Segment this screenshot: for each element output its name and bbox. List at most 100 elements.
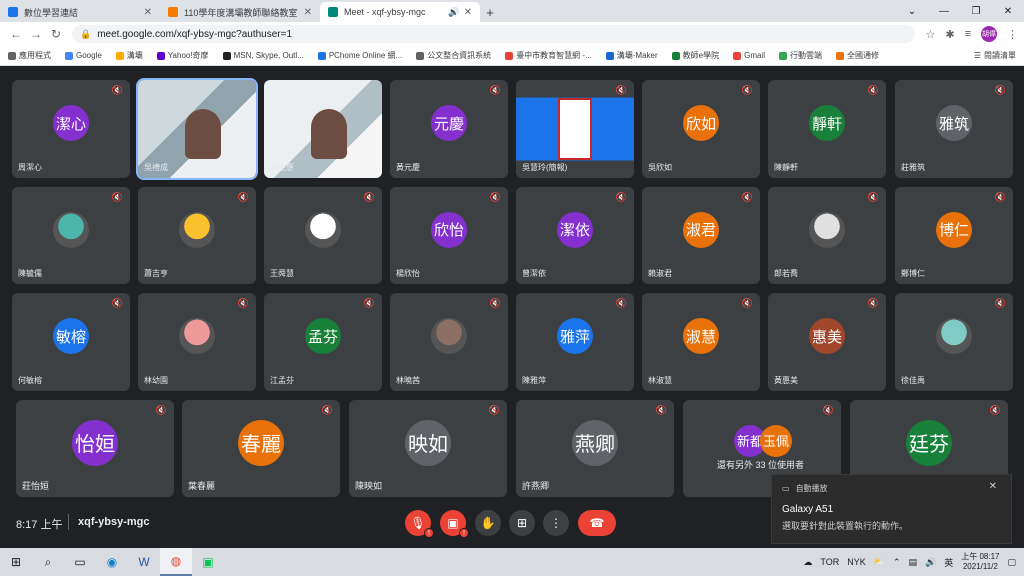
close-icon[interactable]: ✕	[144, 7, 152, 18]
participant-tile[interactable]: 🔇 林曉茜	[390, 293, 508, 391]
participant-tile[interactable]: 🔇 吳慧玲(簡報)	[516, 80, 634, 178]
url-bar[interactable]: 🔒 meet.google.com/xqf-ybsy-mgc?authuser=…	[72, 25, 916, 43]
bookmark-0[interactable]: 應用程式	[8, 50, 51, 61]
raise-hand-button[interactable]: ✋	[475, 510, 501, 536]
tray-weather-1[interactable]: TOR	[820, 557, 839, 567]
participant-name: 葉春麗	[188, 481, 216, 491]
participant-tile[interactable]: 映如 🔇 陳映如	[349, 400, 507, 497]
participant-tile[interactable]: 孟芬 🔇 江孟芬	[264, 293, 382, 391]
close-icon[interactable]: ✕	[304, 7, 312, 18]
participant-tile[interactable]: 惠美 🔇 黃惠美	[768, 293, 886, 391]
reload-icon[interactable]: ↻	[46, 27, 66, 41]
close-icon[interactable]: ✕	[989, 481, 997, 492]
tray-clock[interactable]: 上午 08:17 2021/11/2	[961, 552, 999, 572]
mic-muted-icon: 🔇	[363, 298, 375, 308]
autoplay-notification[interactable]: ▭ 自動播放 Galaxy A51 選取要針對此裝置執行的動作。 ✕	[771, 474, 1012, 544]
participant-tile[interactable]: 潔心 🔇 周潔心	[12, 80, 130, 178]
participant-tile[interactable]: 博仁 🔇 鄭博仁	[895, 187, 1013, 284]
maximize-icon[interactable]: ❐	[960, 0, 992, 22]
volume-icon[interactable]: 🔊	[925, 557, 936, 568]
reading-list-button[interactable]: ☰ 閱讀清單	[974, 50, 1016, 61]
minimize-icon[interactable]: —	[928, 0, 960, 22]
windows-start-icon[interactable]: ⊞	[0, 548, 32, 576]
forward-icon[interactable]: →	[26, 27, 46, 41]
speaker-icon[interactable]: 🔊	[448, 7, 459, 18]
bookmark-1[interactable]: Google	[65, 51, 102, 60]
participant-tile[interactable]: 🔇 徐佳禹	[895, 293, 1013, 391]
bookmark-6[interactable]: 公文整合資訊系統	[416, 50, 491, 61]
star-icon[interactable]: ☆	[925, 28, 935, 41]
edge-app-icon[interactable]: ◉	[96, 548, 128, 576]
mic-muted-icon: 🔇	[321, 405, 333, 415]
participant-tile[interactable]: 燕卿 🔇 許燕卿	[516, 400, 674, 497]
more-options-button[interactable]: ⋮	[543, 510, 569, 536]
menu-icon[interactable]: ⋮	[1007, 28, 1018, 41]
extensions-icon[interactable]: ✱	[945, 28, 954, 41]
participant-tile[interactable]: 敏榕 🔇 何敏榕	[12, 293, 130, 391]
lock-icon[interactable]: 🔒	[80, 29, 91, 40]
participant-tile[interactable]: 淑慧 🔇 林淑慧	[642, 293, 760, 391]
participant-name: 吳禮成	[144, 163, 168, 172]
participant-name: 許燕卿	[522, 481, 550, 491]
new-tab-button[interactable]: +	[480, 2, 500, 22]
chrome-app-icon[interactable]: ◍	[160, 548, 192, 576]
participant-tile[interactable]: 雅萍 🔇 陳雅萍	[516, 293, 634, 391]
present-button[interactable]: ⊞	[509, 510, 535, 536]
mic-toggle-button[interactable]: 🎙 !	[405, 510, 434, 538]
participant-tile[interactable]: 淑君 🔇 賴淑君	[642, 187, 760, 284]
tray-weather-2[interactable]: NYK	[847, 557, 866, 567]
close-window-icon[interactable]: ✕	[992, 0, 1024, 22]
bookmark-12[interactable]: 全國通修	[835, 50, 879, 61]
participant-tile[interactable]: 🔇 郎若喬	[768, 187, 886, 284]
bookmark-2[interactable]: 溝壩	[115, 50, 143, 61]
chevron-up-icon[interactable]: ⌃	[893, 557, 901, 568]
participant-tile[interactable]: 雅筑 🔇 莊雅筑	[895, 80, 1013, 178]
network-icon[interactable]: ▤	[908, 557, 917, 568]
google-icon	[65, 51, 73, 60]
tab-3-favicon-icon	[328, 7, 338, 17]
avatar-photo	[179, 318, 215, 354]
word-app-icon[interactable]: W	[128, 548, 160, 576]
participant-tile[interactable]: 欣如 🔇 吳欣如	[642, 80, 760, 178]
tab-2[interactable]: 110學年度溝壩教師聯絡教室 ✕	[160, 2, 320, 22]
participant-tile[interactable]: 吳德惠	[264, 80, 382, 178]
bookmark-10[interactable]: Gmail	[733, 51, 765, 60]
participant-tile[interactable]: 元慶 🔇 黃元慶	[390, 80, 508, 178]
bookmark-7[interactable]: 臺中市教育智慧網 -...	[505, 50, 592, 61]
back-icon[interactable]: ←	[6, 27, 26, 41]
bookmark-9[interactable]: 教師e學院	[671, 50, 719, 61]
participant-name: 王舜慧	[270, 269, 294, 278]
participant-name: 蕭吉亨	[144, 269, 168, 278]
participant-tile[interactable]: 🔇 蕭吉亨	[138, 187, 256, 284]
participant-tile[interactable]: 🔇 林幼園	[138, 293, 256, 391]
bookmark-8[interactable]: 溝壩-Maker	[605, 50, 658, 61]
camera-toggle-button[interactable]: ▣ !	[440, 510, 469, 538]
participant-tile[interactable]: 🔇 陳毓儒	[12, 187, 130, 284]
search-icon[interactable]: ⌕	[32, 548, 64, 576]
bookmark-4[interactable]: MSN, Skype, Outl...	[222, 51, 304, 60]
participant-tile[interactable]: 🔇 王舜慧	[264, 187, 382, 284]
participant-tile[interactable]: 吳禮成	[136, 78, 258, 180]
task-view-icon[interactable]: ▭	[64, 548, 96, 576]
bookmark-11[interactable]: 行動雲端	[778, 50, 822, 61]
participant-tile[interactable]: 欣怡 🔇 楊欣怡	[390, 187, 508, 284]
tab-3[interactable]: Meet - xqf-ybsy-mgc 🔊 ✕	[320, 2, 480, 22]
line-app-icon[interactable]: ▣	[192, 548, 224, 576]
bookmark-5[interactable]: PChome Online 網...	[317, 50, 402, 61]
profile-avatar[interactable]: 胡偉	[981, 26, 997, 42]
chevron-down-icon[interactable]: ⌄	[896, 0, 928, 22]
participant-tile[interactable]: 靜軒 🔇 陳靜軒	[768, 80, 886, 178]
notification-center-icon[interactable]: ▢	[1007, 557, 1016, 568]
participant-name: 莊怡姮	[22, 481, 50, 491]
tab-1[interactable]: 數位學習連結 ✕	[0, 2, 160, 22]
participant-tile[interactable]: 春麗 🔇 葉春麗	[182, 400, 340, 497]
participant-tile[interactable]: 怡姮 🔇 莊怡姮	[16, 400, 174, 497]
ime-indicator[interactable]: 英	[944, 556, 953, 569]
reading-list-icon[interactable]: ≡	[965, 28, 971, 40]
close-icon[interactable]: ✕	[464, 7, 472, 18]
bookmark-3[interactable]: Yahoo!奇摩	[156, 50, 209, 61]
mic-muted-icon: 🔇	[237, 298, 249, 308]
leave-call-button[interactable]: ☎	[578, 510, 616, 536]
participant-tile[interactable]: 潔依 🔇 曾潔依	[516, 187, 634, 284]
weather-icon: ☁	[803, 556, 813, 567]
